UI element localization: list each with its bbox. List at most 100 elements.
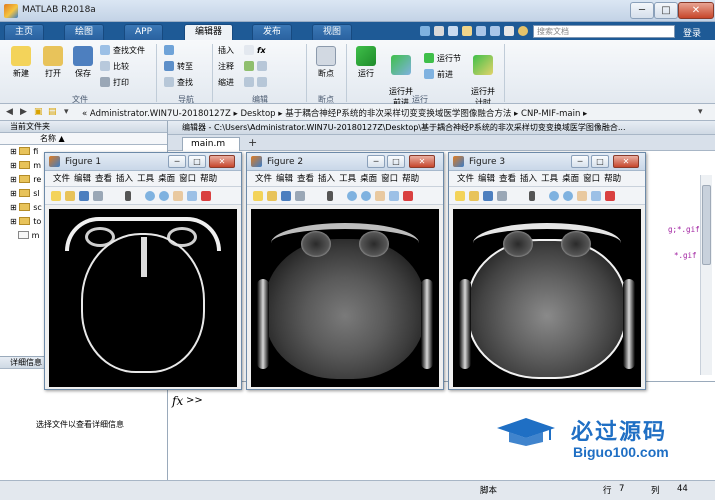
menu-tools[interactable]: 工具 bbox=[541, 174, 558, 184]
compare-button[interactable]: 比较 bbox=[100, 61, 129, 73]
figure-title-bar[interactable]: Figure 2 ─ □ ✕ bbox=[247, 153, 443, 171]
menu-view[interactable]: 查看 bbox=[499, 174, 516, 184]
menu-file[interactable]: 文件 bbox=[53, 174, 70, 184]
undo-icon[interactable] bbox=[476, 26, 486, 36]
maximize-button[interactable]: □ bbox=[654, 2, 678, 19]
figure-maximize-button[interactable]: □ bbox=[188, 155, 206, 168]
minimize-button[interactable]: ─ bbox=[630, 2, 654, 19]
insert-button[interactable]: 插入 bbox=[218, 45, 234, 57]
figure-3-window[interactable]: Figure 3 ─ □ ✕ 文件 编辑 查看 插入 工具 桌面 窗口 帮助 bbox=[448, 152, 646, 390]
data-cursor-icon[interactable] bbox=[187, 191, 197, 201]
menu-edit[interactable]: 编辑 bbox=[276, 174, 293, 184]
figure-minimize-button[interactable]: ─ bbox=[168, 155, 186, 168]
menu-insert[interactable]: 插入 bbox=[520, 174, 537, 184]
comment-toggle-button[interactable] bbox=[244, 61, 270, 73]
close-button[interactable]: ✕ bbox=[678, 2, 714, 19]
name-column-header[interactable]: 名称 ▲ bbox=[0, 133, 167, 145]
run-button[interactable]: 运行 bbox=[351, 46, 381, 79]
save-button[interactable]: 保存 bbox=[68, 46, 98, 79]
browse-folder-icon[interactable]: ▤ bbox=[48, 107, 57, 117]
pointer-icon[interactable] bbox=[327, 191, 333, 201]
address-history-icon[interactable]: ▾ bbox=[698, 107, 703, 117]
menu-desktop[interactable]: 桌面 bbox=[360, 174, 377, 184]
print-button[interactable]: 打印 bbox=[100, 77, 129, 89]
open-file-icon[interactable] bbox=[65, 191, 75, 201]
menu-view[interactable]: 查看 bbox=[297, 174, 314, 184]
back-arrow-icon[interactable]: ◀ bbox=[6, 107, 13, 117]
figure-minimize-button[interactable]: ─ bbox=[571, 155, 589, 168]
menu-tools[interactable]: 工具 bbox=[137, 174, 154, 184]
figure-close-button[interactable]: ✕ bbox=[613, 155, 639, 168]
tab-publish[interactable]: 发布 bbox=[252, 24, 293, 40]
advance-button[interactable]: 前进 bbox=[424, 69, 453, 81]
pan-icon[interactable] bbox=[577, 191, 587, 201]
print-figure-icon[interactable] bbox=[93, 191, 103, 201]
save-figure-icon[interactable] bbox=[483, 191, 493, 201]
comment-button[interactable]: 注释 bbox=[218, 61, 234, 73]
pointer-icon[interactable] bbox=[529, 191, 535, 201]
figure-close-button[interactable]: ✕ bbox=[409, 155, 435, 168]
brush-icon[interactable] bbox=[403, 191, 413, 201]
figure-2-window[interactable]: Figure 2 ─ □ ✕ 文件 编辑 查看 插入 工具 桌面 窗口 帮助 bbox=[246, 152, 444, 390]
zoom-in-icon[interactable] bbox=[347, 191, 357, 201]
new-button[interactable]: 新建 bbox=[6, 46, 36, 79]
find-files-button[interactable]: 查找文件 bbox=[100, 45, 145, 57]
breakpoint-button[interactable]: 断点 bbox=[311, 46, 341, 79]
menu-edit[interactable]: 编辑 bbox=[74, 174, 91, 184]
menu-window[interactable]: 窗口 bbox=[381, 174, 398, 184]
cut-icon[interactable] bbox=[434, 26, 444, 36]
tab-editor[interactable]: 编辑器 bbox=[184, 24, 234, 40]
run-section-button[interactable]: 运行节 bbox=[424, 53, 461, 65]
figure-title-bar[interactable]: Figure 3 ─ □ ✕ bbox=[449, 153, 645, 171]
tab-home[interactable]: 主页 bbox=[4, 24, 45, 40]
data-cursor-icon[interactable] bbox=[389, 191, 399, 201]
scrollbar-thumb[interactable] bbox=[702, 185, 711, 265]
save-figure-icon[interactable] bbox=[79, 191, 89, 201]
figure-1-window[interactable]: Figure 1 ─ □ ✕ 文件 编辑 查看 插入 工具 桌面 窗口 帮助 bbox=[44, 152, 242, 390]
new-figure-icon[interactable] bbox=[51, 191, 61, 201]
menu-window[interactable]: 窗口 bbox=[583, 174, 600, 184]
zoom-in-icon[interactable] bbox=[145, 191, 155, 201]
open-button[interactable]: 打开 bbox=[38, 46, 68, 79]
zoom-out-icon[interactable] bbox=[159, 191, 169, 201]
copy-icon[interactable] bbox=[448, 26, 458, 36]
help-icon[interactable] bbox=[518, 26, 528, 36]
paste-icon[interactable] bbox=[462, 26, 472, 36]
menu-window[interactable]: 窗口 bbox=[179, 174, 196, 184]
editor-scrollbar[interactable] bbox=[700, 175, 712, 375]
menu-view[interactable]: 查看 bbox=[95, 174, 112, 184]
menu-help[interactable]: 帮助 bbox=[402, 174, 419, 184]
pointer-icon[interactable] bbox=[125, 191, 131, 201]
tab-plots[interactable]: 绘图 bbox=[64, 24, 105, 40]
pan-icon[interactable] bbox=[375, 191, 385, 201]
open-file-icon[interactable] bbox=[267, 191, 277, 201]
indent-button[interactable]: 缩进 bbox=[218, 77, 234, 89]
menu-desktop[interactable]: 桌面 bbox=[158, 174, 175, 184]
save-quick-icon[interactable] bbox=[420, 26, 430, 36]
figure-close-button[interactable]: ✕ bbox=[209, 155, 235, 168]
add-tab-button[interactable]: + bbox=[248, 136, 257, 149]
folder-up-icon[interactable]: ▣ bbox=[34, 107, 43, 117]
tab-view[interactable]: 视图 bbox=[312, 24, 353, 40]
menu-tools[interactable]: 工具 bbox=[339, 174, 356, 184]
redo-icon[interactable] bbox=[490, 26, 500, 36]
menu-file[interactable]: 文件 bbox=[457, 174, 474, 184]
new-figure-icon[interactable] bbox=[455, 191, 465, 201]
address-dropdown-icon[interactable]: ▾ bbox=[64, 107, 69, 117]
print-figure-icon[interactable] bbox=[295, 191, 305, 201]
switch-windows-icon[interactable] bbox=[504, 26, 514, 36]
save-figure-icon[interactable] bbox=[281, 191, 291, 201]
zoom-in-icon[interactable] bbox=[549, 191, 559, 201]
menu-edit[interactable]: 编辑 bbox=[478, 174, 495, 184]
zoom-out-icon[interactable] bbox=[563, 191, 573, 201]
brush-icon[interactable] bbox=[605, 191, 615, 201]
tab-main-m[interactable]: main.m bbox=[182, 137, 240, 151]
new-figure-icon[interactable] bbox=[253, 191, 263, 201]
menu-help[interactable]: 帮助 bbox=[200, 174, 217, 184]
menu-insert[interactable]: 插入 bbox=[318, 174, 335, 184]
indent-toggle-button[interactable] bbox=[244, 77, 270, 89]
address-path[interactable]: « Administrator.WIN7U-20180127Z ▸ Deskto… bbox=[82, 107, 587, 119]
figure-minimize-button[interactable]: ─ bbox=[367, 155, 385, 168]
brush-icon[interactable] bbox=[201, 191, 211, 201]
menu-help[interactable]: 帮助 bbox=[604, 174, 621, 184]
